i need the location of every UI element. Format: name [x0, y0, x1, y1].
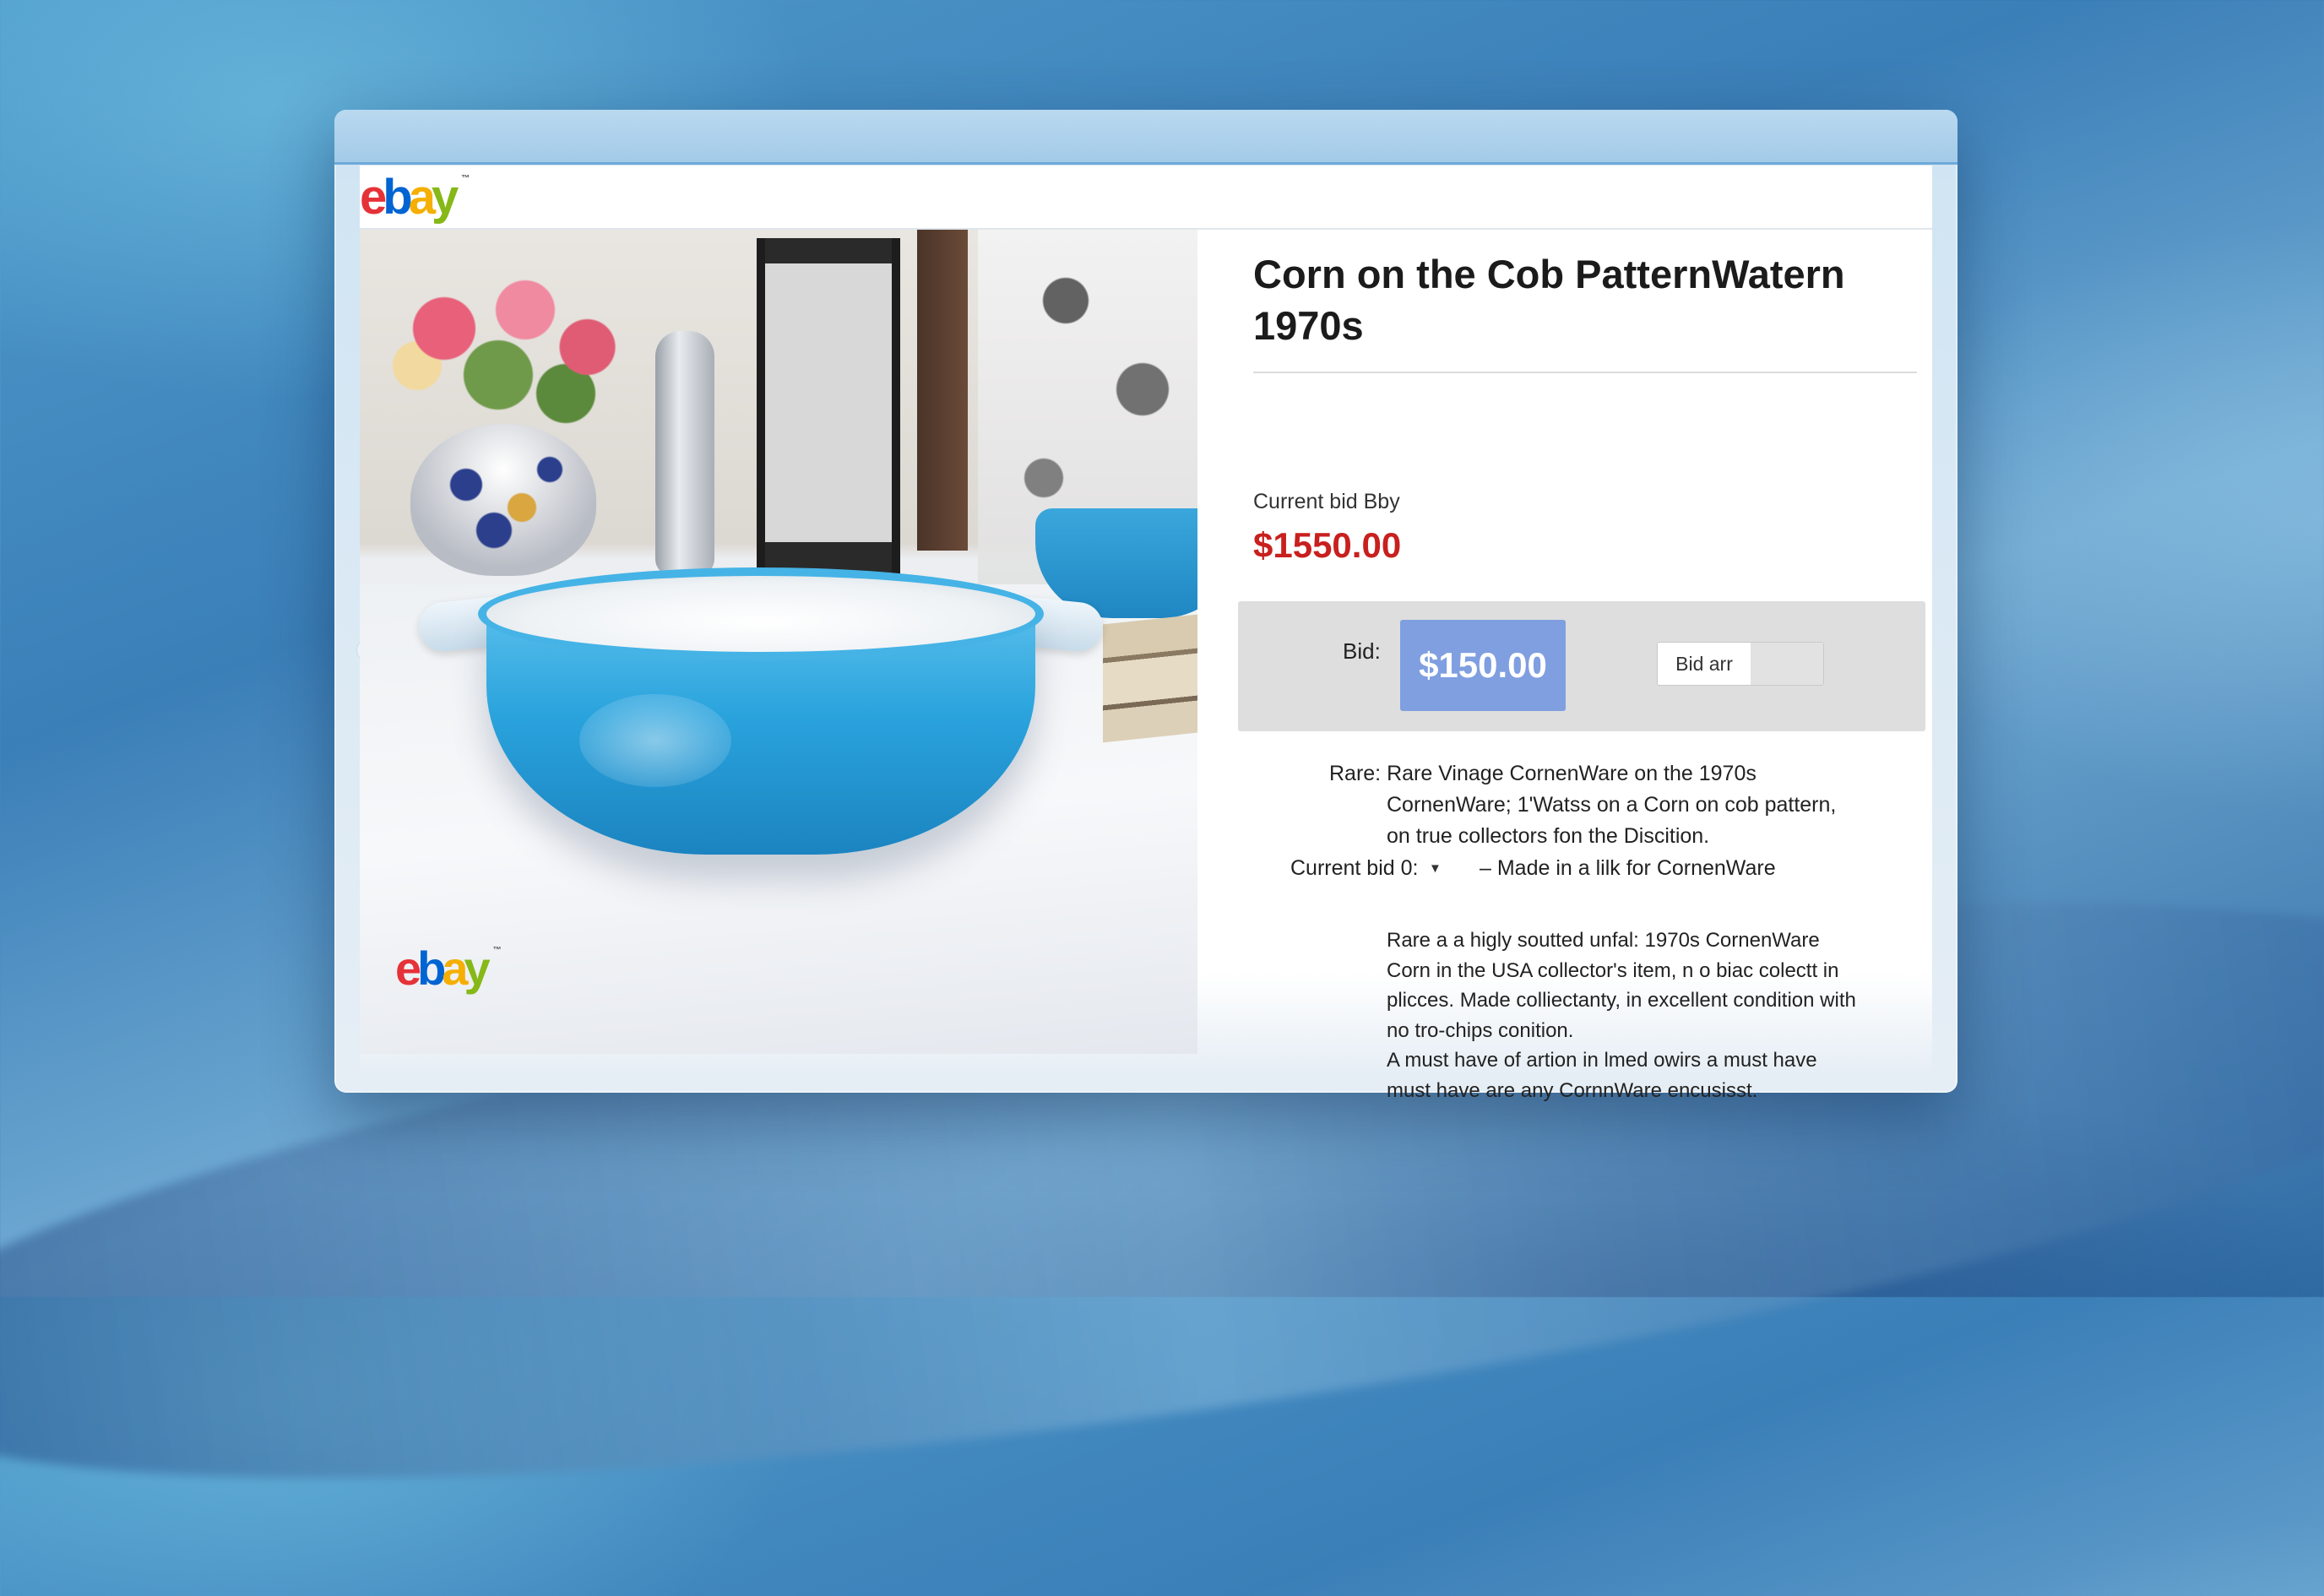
description-paragraph: Rare a a higly soutted unfal: 1970s Corn… — [1387, 926, 1856, 1105]
paragraph-line: plicces. Made colliectanty, in excellent… — [1387, 989, 1856, 1012]
bid-amount-input[interactable]: $150.00 — [1400, 620, 1566, 711]
site-header: ebay ™ — [360, 166, 1932, 230]
paragraph-line: no tro-chips conition. — [1387, 1018, 1574, 1042]
listing-title: Corn on the Cob PatternWatern 1970s — [1253, 248, 1895, 351]
description-line: CornenWare; 1'Watss on a Corn on cob pat… — [1387, 793, 1837, 817]
background-frame — [917, 230, 968, 551]
place-bid-button[interactable]: Bid arr — [1657, 642, 1824, 686]
title-divider — [1253, 372, 1917, 373]
paragraph-line: A must have of artion in lmed owirs a mu… — [1387, 1049, 1817, 1072]
paragraph-line: Rare a a higly soutted unfal: 1970s Corn… — [1387, 929, 1820, 952]
bowl-highlight — [579, 694, 731, 787]
paragraph-line: Corn in the USA collector's item, n o bi… — [1387, 958, 1839, 982]
paragraph-line: must have are any CornnWare encusisst. — [1387, 1078, 1758, 1102]
bid-field-label: Bid: — [1343, 638, 1381, 664]
lantern-decor — [757, 238, 900, 576]
candlestick-decor — [655, 331, 714, 576]
ebay-watermark-logo: ebay ™ — [395, 942, 502, 995]
item-photo[interactable]: ebay ™ — [360, 230, 1197, 1054]
bowl-rim — [478, 567, 1044, 660]
flower-bouquet — [377, 263, 647, 449]
blue-casserole-bowl — [416, 567, 1162, 871]
made-in-line: – Made in a lilk for CornenWare — [1480, 856, 1776, 880]
window-titlebar — [334, 110, 1957, 693]
description-line: Rare: Rare Vinage CornenWare on the 1970… — [1329, 762, 1757, 785]
listing-title-line1: Corn on the Cob PatternWatern — [1253, 252, 1845, 296]
ebay-logo[interactable]: ebay ™ — [360, 169, 470, 225]
browser-window: ebay ™ ebay ™ Corn on the Cob PatternWat… — [334, 110, 1957, 1102]
listing-content: ebay ™ Corn on the Cob PatternWatern 1970… — [360, 230, 1932, 1102]
current-bid-select[interactable]: Current bid 0: — [1290, 853, 1418, 884]
place-bid-button-label: Bid arr — [1675, 652, 1733, 675]
description-line: on true collectors fon the Discition. — [1387, 824, 1710, 848]
bid-panel: Bid: $150.00 Bid arr — [1238, 601, 1925, 731]
caret-down-icon[interactable]: ▼ — [1429, 861, 1442, 876]
current-bid-price: $1550.00 — [1253, 525, 1402, 565]
listing-title-line2: 1970s — [1253, 303, 1364, 348]
current-bid-label: Current bid Bby — [1253, 490, 1400, 513]
place-bid-button-toggle[interactable] — [1751, 643, 1823, 685]
vase-decor — [410, 424, 596, 576]
